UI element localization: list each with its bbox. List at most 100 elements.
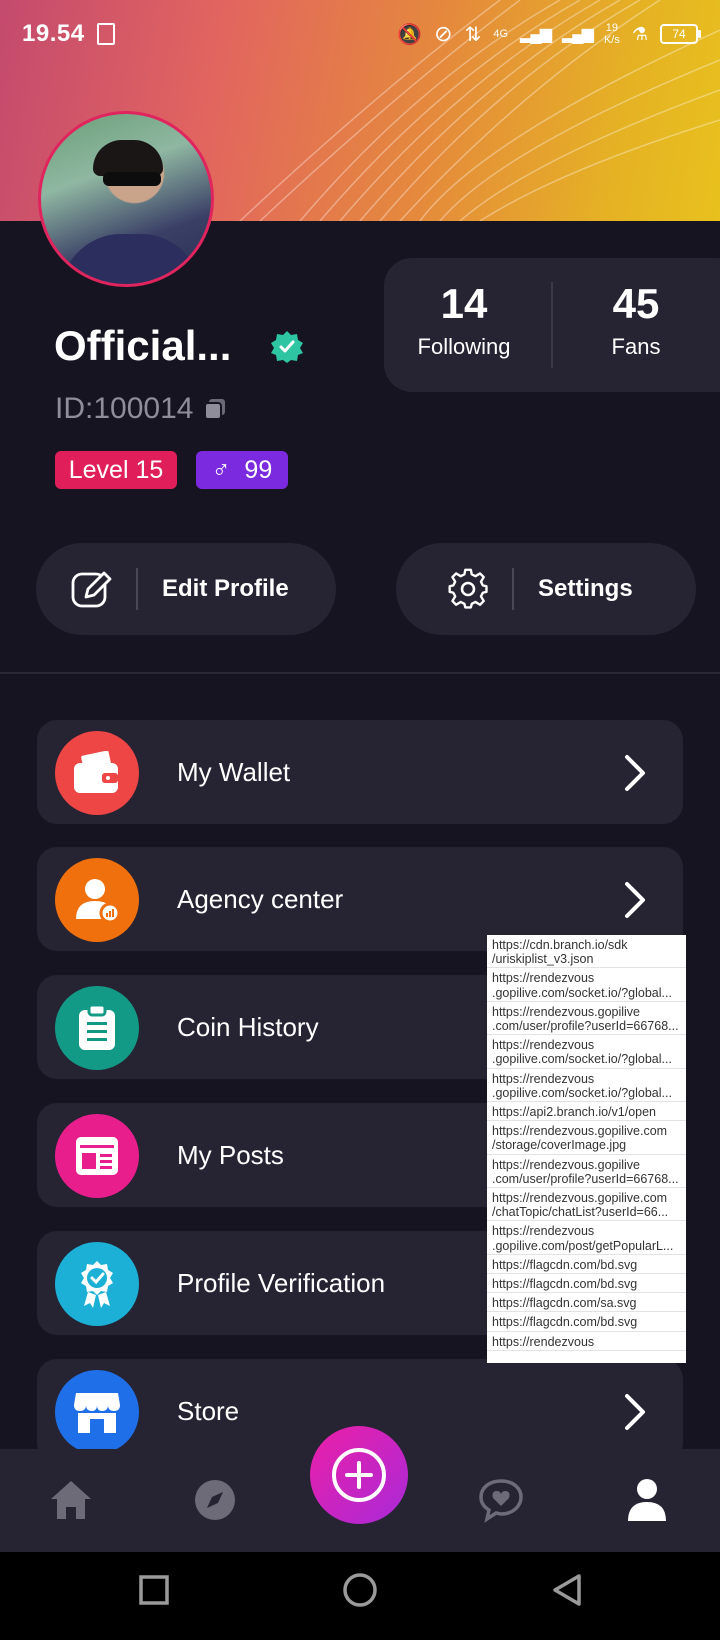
network-log-entry: https://rendezvous.gopilive.com/storage/… xyxy=(487,1121,686,1155)
avatar-hair-shape xyxy=(93,140,163,176)
network-log-entry: https://rendezvous .gopilive.com/post/get… xyxy=(487,1221,686,1255)
chevron-right-icon xyxy=(625,882,645,918)
stats-card: 14 Following 45 Fans xyxy=(384,258,720,392)
network-log-line: https://rendezvous xyxy=(492,1038,595,1053)
network-log-line: /uriskiplist_v3.json xyxy=(492,952,594,967)
chevron-right-icon xyxy=(625,1394,645,1430)
network-log-line: https://flagcdn.com/bd.svg xyxy=(492,1315,638,1330)
user-id: ID:100014 xyxy=(55,392,227,426)
network-log-line: .gopilive.com/socket.io/?global... xyxy=(492,1085,672,1100)
menu-item-my-wallet[interactable]: My Wallet xyxy=(37,720,683,824)
network-log-line: https://rendezvous.gopilive.com xyxy=(492,1124,668,1139)
network-log-entry: https://api2.branch.io/v1/open xyxy=(487,1102,686,1122)
home-circle-icon[interactable] xyxy=(342,1572,378,1608)
network-log-line: /storage/coverImage.jpg xyxy=(492,1138,627,1153)
battery-icon: 74 xyxy=(660,24,701,44)
network-log-entry: https://flagcdn.com/bd.svg xyxy=(487,1274,686,1294)
gender-badge: ♂ 99 xyxy=(196,451,288,489)
menu-label: Agency center xyxy=(177,884,344,914)
network-log-line: https://rendezvous xyxy=(492,971,595,986)
menu-label: Profile Verification xyxy=(177,1268,386,1298)
fans-stat[interactable]: 45 Fans xyxy=(556,280,716,360)
signal-bars-icon: ▂▄▆ xyxy=(520,26,552,43)
avatar-sunglasses-shape xyxy=(103,172,161,186)
net-speed-unit: K/s xyxy=(603,34,620,46)
gender-badge-value: 99 xyxy=(244,456,273,484)
network-log-line: /chatTopic/chatList?userId=66... xyxy=(492,1205,669,1220)
profile-name: Official... xyxy=(54,322,232,369)
store-icon xyxy=(55,1370,139,1454)
menu-label: Store xyxy=(177,1396,240,1426)
network-log-line: https://rendezvous xyxy=(492,1224,595,1239)
network-log-line: https://flagcdn.com/bd.svg xyxy=(492,1277,638,1292)
status-time: 19.54 xyxy=(22,20,85,47)
settings-label: Settings xyxy=(538,575,633,602)
following-count: 14 xyxy=(440,280,488,327)
following-label: Following xyxy=(417,334,511,359)
home-icon[interactable] xyxy=(48,1477,94,1523)
profile-person-icon[interactable] xyxy=(624,1477,670,1523)
copy-icon[interactable] xyxy=(203,397,227,421)
gear-icon xyxy=(448,568,488,609)
edit-profile-separator xyxy=(136,568,138,610)
network-log-line: https://rendezvous xyxy=(492,1071,595,1086)
edit-icon xyxy=(71,571,112,608)
network-log-line: .gopilive.com/socket.io/?global... xyxy=(492,985,672,1000)
network-log-line: https://rendezvous.gopilive xyxy=(492,1157,641,1172)
user-id-text: ID:100014 xyxy=(55,392,194,425)
edit-profile-label: Edit Profile xyxy=(162,575,289,602)
network-log-line: https://cdn.branch.io/sdk xyxy=(492,938,628,952)
chat-heart-icon[interactable] xyxy=(478,1477,524,1523)
explore-compass-icon[interactable] xyxy=(192,1477,238,1523)
settings-separator xyxy=(512,568,514,610)
network-log-line: https://rendezvous.gopilive xyxy=(492,1004,641,1019)
verified-badge-icon xyxy=(271,331,303,363)
level-badge: Level 15 xyxy=(55,451,177,489)
network-log-entry: https://rendezvous.gopilive .com/user/pro… xyxy=(487,1155,686,1189)
network-log-line: .com/user/profile?userId=66768... xyxy=(492,1171,679,1186)
network-log-entry: https://flagcdn.com/sa.svg xyxy=(487,1293,686,1313)
network-log-entry: https://rendezvous.gopilive .com/user/pro… xyxy=(487,1002,686,1036)
network-log-line: .gopilive.com/post/getPopularL... xyxy=(492,1238,674,1253)
fans-count: 45 xyxy=(612,280,660,327)
signal-bars-icon-2: ▂▄▆ xyxy=(562,26,594,43)
network-log-line: .com/user/profile?userId=66768... xyxy=(492,1019,679,1034)
avatar-body-shape xyxy=(61,234,201,284)
screen-record-icon xyxy=(96,23,115,45)
male-icon: ♂ xyxy=(211,456,231,484)
network-log-line: https://api2.branch.io/v1/open xyxy=(492,1105,657,1120)
network-log-entry: https://rendezvous .gopilive.com/socket.i… xyxy=(487,968,686,1002)
section-divider xyxy=(0,672,720,674)
do-not-disturb-icon: ⊘ xyxy=(434,21,453,46)
add-plus-icon[interactable] xyxy=(310,1426,408,1524)
network-log-line: https://rendezvous.gopilive.com xyxy=(492,1191,668,1206)
edit-profile-button[interactable]: Edit Profile xyxy=(36,543,336,635)
avatar[interactable] xyxy=(38,111,214,287)
network-log-entry: https://rendezvous.gopilive.com/chatTopi… xyxy=(487,1188,686,1222)
network-log-entry: https://rendezvous xyxy=(487,1332,686,1351)
back-triangle-icon[interactable] xyxy=(550,1572,584,1608)
network-log-overlay: https://cdn.branch.io/sdk/uriskiplist_v3… xyxy=(487,935,686,1363)
add-plus-glyph xyxy=(332,1448,386,1502)
menu-label: My Wallet xyxy=(177,757,291,787)
following-stat[interactable]: 14 Following xyxy=(384,280,544,360)
lab-flask-icon: ⚗ xyxy=(631,23,648,44)
system-nav-bar xyxy=(0,1552,720,1640)
fans-label: Fans xyxy=(611,334,661,359)
network-log-line: https://flagcdn.com/sa.svg xyxy=(492,1296,637,1311)
settings-button[interactable]: Settings xyxy=(396,543,696,635)
mute-bell-icon: 🔕 xyxy=(397,23,423,46)
agency-icon xyxy=(55,858,139,942)
stats-divider xyxy=(551,282,553,368)
network-log-entry: https://rendezvous .gopilive.com/socket.i… xyxy=(487,1069,686,1103)
menu-label: My Posts xyxy=(177,1140,284,1170)
recents-square-icon[interactable] xyxy=(138,1574,170,1606)
wallet-icon xyxy=(55,731,139,815)
network-log-entry: https://rendezvous .gopilive.com/socket.i… xyxy=(487,1035,686,1069)
chevron-right-icon xyxy=(625,755,645,791)
network-log-entry: https://flagcdn.com/bd.svg xyxy=(487,1255,686,1275)
network-log-entry: https://cdn.branch.io/sdk/uriskiplist_v3… xyxy=(487,935,686,969)
network-log-entry: https://flagcdn.com/bd.svg xyxy=(487,1312,686,1332)
data-transfer-icon: ⇅ xyxy=(464,23,482,46)
verification-badge-icon xyxy=(55,1242,139,1326)
